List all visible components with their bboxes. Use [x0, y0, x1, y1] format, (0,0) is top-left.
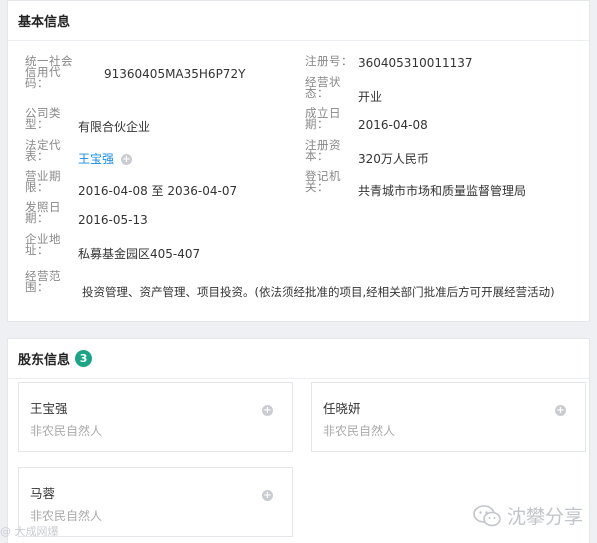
watermark-right-text: 沈攀分享: [507, 506, 584, 528]
plus-circle-icon[interactable]: +: [262, 490, 273, 501]
basic-info-card: 基本信息 统一社会信用代码： 91360405MA35H6P72Y 注册号： 3…: [7, 0, 590, 322]
company-type-label: 公司类型：: [25, 106, 61, 131]
shareholder-name[interactable]: 任晓妍: [323, 398, 361, 417]
shareholder-card[interactable]: 任晓妍 非农民自然人 +: [311, 382, 586, 452]
issue-date-label: 发照日期：: [25, 200, 61, 225]
shareholders-count-badge: 3: [75, 350, 93, 367]
company-type-value: 有限合伙企业: [78, 120, 151, 134]
plus-circle-icon[interactable]: +: [555, 405, 566, 416]
reg-authority-value: 共青城市市场和质量监督管理局: [358, 184, 527, 198]
plus-circle-icon[interactable]: +: [262, 405, 273, 416]
shareholder-type: 非农民自然人: [323, 424, 396, 438]
op-status-label: 经营状态：: [305, 75, 341, 100]
established-label: 成立日期：: [305, 106, 341, 131]
legal-rep-label: 法定代表：: [25, 138, 61, 163]
shareholders-header: 股东信息 3: [8, 339, 589, 379]
reg-capital-label: 注册资本：: [305, 138, 341, 163]
watermark-left: @ 大成网爆: [0, 525, 59, 538]
shareholder-type: 非农民自然人: [30, 424, 103, 438]
reg-authority-label: 登记机关：: [305, 169, 341, 194]
shareholder-type: 非农民自然人: [30, 509, 103, 523]
credit-code-value: 91360405MA35H6P72Y: [104, 67, 246, 81]
shareholder-name[interactable]: 王宝强: [30, 398, 68, 417]
established-value: 2016-04-08: [358, 118, 428, 132]
reg-capital-value: 320万人民币: [358, 152, 429, 166]
address-value: 私募基金园区405-407: [78, 247, 201, 261]
basic-info-title: 基本信息: [18, 15, 71, 30]
shareholders-title: 股东信息: [18, 353, 71, 368]
wechat-icon: [473, 504, 501, 526]
legal-rep-link[interactable]: 王宝强: [78, 150, 114, 167]
credit-code-label: 统一社会信用代码：: [25, 54, 73, 90]
scope-value: 投资管理、资产管理、项目投资。(依法须经批准的项目,经相关部门批准后方可开展经营…: [82, 285, 555, 299]
address-label: 企业地址：: [25, 232, 61, 257]
reg-no-value: 360405310011137: [358, 56, 473, 70]
biz-term-label: 营业期限：: [25, 169, 61, 194]
basic-info-header: 基本信息: [8, 1, 589, 41]
scope-label: 经营范围：: [25, 269, 61, 294]
op-status-value: 开业: [358, 90, 383, 104]
watermark-right: 沈攀分享: [473, 502, 583, 529]
shareholder-name[interactable]: 马蓉: [30, 483, 55, 502]
shareholder-card[interactable]: 马蓉 非农民自然人 +: [18, 467, 293, 537]
issue-date-value: 2016-05-13: [78, 213, 148, 227]
reg-no-label: 注册号：: [305, 54, 353, 68]
biz-term-value: 2016-04-08 至 2036-04-07: [78, 184, 238, 198]
shareholder-card[interactable]: 王宝强 非农民自然人 +: [18, 382, 293, 452]
plus-circle-icon[interactable]: +: [121, 154, 132, 165]
